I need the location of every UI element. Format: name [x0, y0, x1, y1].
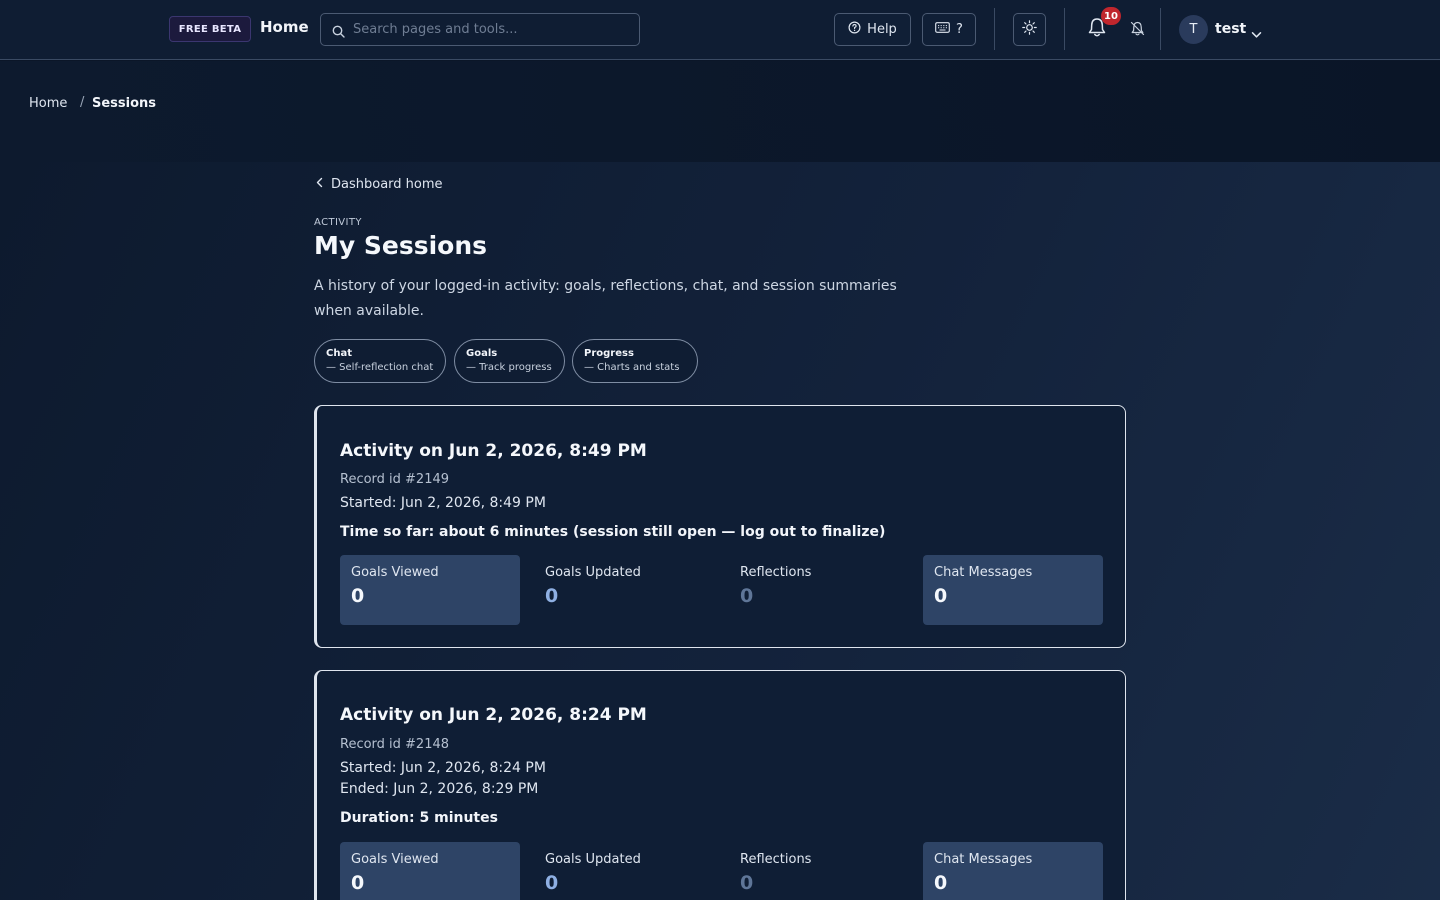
session-duration: Duration: 5 minutes — [340, 810, 498, 826]
session-title: Activity on Jun 2, 2026, 8:24 PM — [340, 705, 647, 725]
stat-goals-viewed: Goals Viewed 0 — [340, 555, 520, 625]
session-title: Activity on Jun 2, 2026, 8:49 PM — [340, 441, 647, 461]
user-name[interactable]: test — [1215, 21, 1246, 37]
session-started: Started: Jun 2, 2026, 8:24 PM — [340, 760, 546, 776]
stat-goals-viewed: Goals Viewed 0 — [340, 842, 520, 900]
stat-value: 0 — [934, 585, 948, 607]
top-navigation-bar: FREE BETA Home Help ? 10 — [0, 0, 1440, 60]
search-icon — [332, 23, 345, 42]
quick-link-subtitle: — Track progress — [466, 362, 552, 373]
mute-notifications-button[interactable] — [1130, 21, 1145, 40]
stat-chat-messages: Chat Messages 0 — [923, 842, 1103, 900]
breadcrumb-home-link[interactable]: Home — [29, 96, 67, 111]
quick-link-title: Goals — [466, 348, 498, 359]
stat-value: 0 — [740, 585, 754, 607]
quick-link-title: Progress — [584, 348, 634, 359]
bell-icon — [1087, 18, 1107, 42]
avatar[interactable]: T — [1179, 15, 1208, 44]
stat-label: Goals Viewed — [351, 852, 439, 867]
stat-value: 0 — [934, 872, 948, 894]
help-button[interactable]: Help — [834, 13, 911, 46]
sun-icon — [1022, 20, 1037, 39]
stat-reflections: Reflections 0 — [729, 842, 909, 900]
stat-label: Reflections — [740, 852, 812, 867]
dashboard-home-link[interactable]: Dashboard home — [316, 177, 443, 192]
stat-label: Goals Viewed — [351, 565, 439, 580]
quick-link-chat[interactable]: Chat — Self-reflection chat — [314, 339, 446, 383]
stat-value: 0 — [545, 585, 559, 607]
stat-label: Goals Updated — [545, 852, 641, 867]
stat-chat-messages: Chat Messages 0 — [923, 555, 1103, 625]
stat-label: Chat Messages — [934, 565, 1033, 580]
quick-link-progress[interactable]: Progress — Charts and stats — [572, 339, 698, 383]
quick-link-subtitle: — Charts and stats — [584, 362, 680, 373]
help-button-label: Help — [867, 22, 897, 37]
breadcrumb-current: Sessions — [92, 96, 157, 111]
page-title: My Sessions — [314, 231, 488, 260]
stat-goals-updated: Goals Updated 0 — [534, 842, 714, 900]
stat-value: 0 — [740, 872, 754, 894]
header-divider — [1064, 8, 1065, 50]
session-card: Activity on Jun 2, 2026, 8:24 PM Record … — [314, 670, 1126, 900]
session-duration: Time so far: about 6 minutes (session st… — [340, 524, 886, 540]
chevron-down-icon[interactable] — [1251, 24, 1262, 43]
bell-off-icon — [1130, 21, 1145, 40]
section-eyebrow: ACTIVITY — [314, 217, 362, 228]
keyboard-shortcuts-label: ? — [956, 22, 963, 37]
keyboard-icon — [935, 22, 950, 37]
session-ended: Ended: Jun 2, 2026, 8:29 PM — [340, 781, 539, 797]
notification-count-badge: 10 — [1101, 7, 1121, 25]
stat-value: 0 — [351, 585, 365, 607]
dashboard-home-label: Dashboard home — [331, 177, 443, 192]
session-card: Activity on Jun 2, 2026, 8:49 PM Record … — [314, 405, 1126, 648]
header-divider — [994, 8, 995, 50]
session-record-id: Record id #2148 — [340, 737, 450, 752]
stat-value: 0 — [351, 872, 365, 894]
stat-label: Goals Updated — [545, 565, 641, 580]
home-nav-link[interactable]: Home — [260, 18, 309, 36]
page-description: A history of your logged-in activity: go… — [314, 278, 897, 319]
session-record-id: Record id #2149 — [340, 472, 450, 487]
chevron-left-icon — [316, 177, 323, 192]
stat-value: 0 — [545, 872, 559, 894]
free-beta-badge: FREE BETA — [169, 16, 251, 42]
keyboard-shortcuts-button[interactable]: ? — [922, 13, 976, 46]
question-circle-icon — [848, 21, 861, 38]
stat-label: Reflections — [740, 565, 812, 580]
search-input[interactable] — [353, 14, 633, 45]
quick-link-subtitle: — Self-reflection chat — [326, 362, 434, 373]
breadcrumb-separator: / — [80, 95, 85, 110]
quick-link-title: Chat — [326, 348, 352, 359]
search-box[interactable] — [320, 13, 640, 46]
stat-label: Chat Messages — [934, 852, 1033, 867]
stat-goals-updated: Goals Updated 0 — [534, 555, 714, 625]
theme-toggle-button[interactable] — [1013, 13, 1046, 46]
header-divider — [1160, 8, 1161, 50]
breadcrumb — [0, 61, 1440, 162]
stat-reflections: Reflections 0 — [729, 555, 909, 625]
session-started: Started: Jun 2, 2026, 8:49 PM — [340, 495, 546, 511]
quick-link-goals[interactable]: Goals — Track progress — [454, 339, 565, 383]
